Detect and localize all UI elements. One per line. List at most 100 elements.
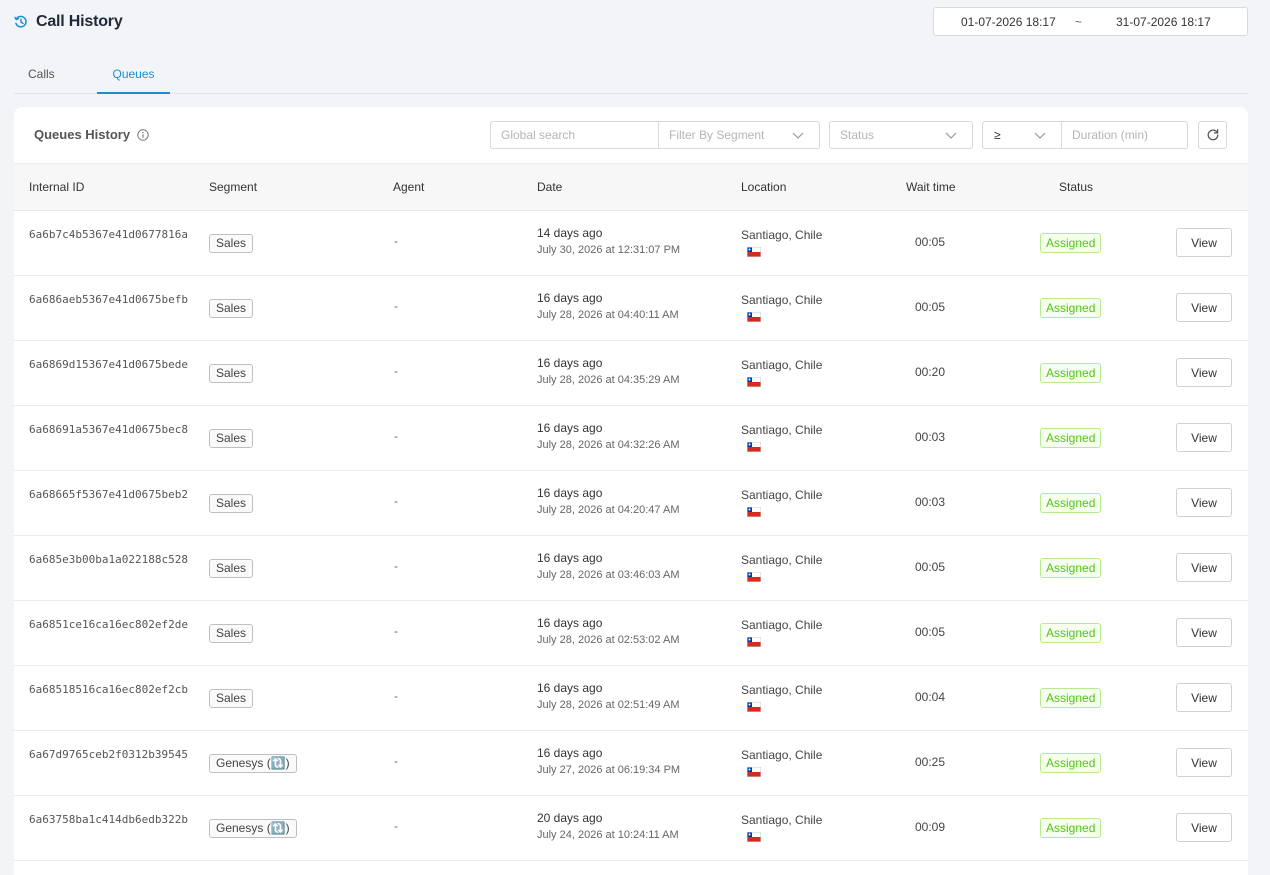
row-agent: - <box>394 754 398 768</box>
row-wait-time: 00:03 <box>915 430 946 444</box>
global-search-input[interactable] <box>491 122 659 148</box>
status-filter-placeholder: Status <box>840 128 875 142</box>
segment-tag: Sales <box>209 364 254 383</box>
row-wait-time: 00:05 <box>915 560 946 574</box>
status-badge: Assigned <box>1040 623 1102 643</box>
view-button[interactable]: View <box>1176 228 1232 257</box>
status-filter-select[interactable]: Status <box>829 121 973 149</box>
global-search-wrapper <box>490 121 659 149</box>
duration-operator-select[interactable]: ≥ <box>982 121 1062 149</box>
table-header: Internal ID Segment Agent Date Location … <box>14 163 1248 211</box>
row-date-absolute: July 28, 2026 at 02:51:49 AM <box>537 699 680 711</box>
row-date-absolute: July 28, 2026 at 03:46:03 AM <box>537 569 680 581</box>
segment-tag: Sales <box>209 299 254 318</box>
segment-filter-select[interactable]: Filter By Segment <box>658 121 820 149</box>
row-location: Santiago, Chile <box>741 748 823 762</box>
row-location: Santiago, Chile <box>741 358 823 372</box>
row-date-relative: 16 days ago <box>537 486 603 500</box>
chile-flag-icon <box>747 766 761 777</box>
status-badge: Assigned <box>1040 493 1102 513</box>
view-button[interactable]: View <box>1176 423 1232 452</box>
row-internal-id: 6a63758ba1c414db6edb322b <box>29 813 188 826</box>
duration-filter-wrapper <box>1062 121 1188 149</box>
row-agent: - <box>394 819 398 833</box>
date-range-separator: ~ <box>1075 14 1083 29</box>
table-row: 6a686aeb5367e41d0675befb Sales - 16 days ag… <box>14 276 1248 341</box>
row-agent: - <box>394 234 398 248</box>
row-internal-id: 6a685e3b00ba1a022188c528 <box>29 553 188 566</box>
tab-queues[interactable]: Queues <box>97 58 170 94</box>
view-button[interactable]: View <box>1176 358 1232 387</box>
column-header-wait-time: Wait time <box>906 180 956 194</box>
row-date-absolute: July 28, 2026 at 04:20:47 AM <box>537 504 680 516</box>
table-row: 6a6869d15367e41d0675bede Sales - 16 days ag… <box>14 341 1248 406</box>
row-date-absolute: July 28, 2026 at 04:35:29 AM <box>537 374 680 386</box>
view-button[interactable]: View <box>1176 618 1232 647</box>
chile-flag-icon <box>747 441 761 452</box>
segment-tag: Sales <box>209 234 254 253</box>
row-internal-id: 6a6851ce16ca16ec802ef2de <box>29 618 188 631</box>
row-location: Santiago, Chile <box>741 293 823 307</box>
row-wait-time: 00:05 <box>915 625 946 639</box>
row-location: Santiago, Chile <box>741 553 823 567</box>
view-button[interactable]: View <box>1176 813 1232 842</box>
duration-filter-input[interactable] <box>1062 122 1187 148</box>
chevron-down-icon <box>945 132 957 139</box>
view-button[interactable]: View <box>1176 553 1232 582</box>
row-agent: - <box>394 299 398 313</box>
status-badge: Assigned <box>1040 363 1102 383</box>
row-date-relative: 16 days ago <box>537 551 603 565</box>
chile-flag-icon <box>747 636 761 647</box>
tab-calls[interactable]: Calls <box>28 58 55 94</box>
column-header-date: Date <box>537 180 563 194</box>
row-agent: - <box>394 429 398 443</box>
row-location: Santiago, Chile <box>741 618 823 632</box>
row-date-relative: 16 days ago <box>537 746 603 760</box>
refresh-button[interactable] <box>1198 121 1227 149</box>
row-internal-id: 6a68665f5367e41d0675beb2 <box>29 488 188 501</box>
view-button[interactable]: View <box>1176 488 1232 517</box>
table-row: 6a63758ba1c414db6edb322b Genesys (🔃) - 20 d… <box>14 796 1248 861</box>
segment-tag: Genesys (🔃) <box>209 754 297 773</box>
chevron-down-icon <box>1034 132 1046 139</box>
table-row: 6a6851ce16ca16ec802ef2de Sales - 16 days ag… <box>14 601 1248 666</box>
view-button[interactable]: View <box>1176 683 1232 712</box>
row-date-relative: 16 days ago <box>537 291 603 305</box>
page-header: Call History <box>14 0 123 44</box>
view-button[interactable]: View <box>1176 293 1232 322</box>
view-button[interactable]: View <box>1176 748 1232 777</box>
segment-tag: Sales <box>209 624 254 643</box>
status-badge: Assigned <box>1040 298 1102 318</box>
table-row: 6a68518516ca16ec802ef2cb Sales - 16 days ag… <box>14 666 1248 731</box>
row-date-relative: 20 days ago <box>537 811 603 825</box>
row-wait-time: 00:20 <box>915 365 946 379</box>
column-header-internal-id: Internal ID <box>29 180 85 194</box>
date-range-picker[interactable]: 01-07-2026 18:17 ~ 31-07-2026 18:17 <box>933 7 1248 36</box>
row-internal-id: 6a68691a5367e41d0675bec8 <box>29 423 188 436</box>
status-badge: Assigned <box>1040 688 1102 708</box>
row-date-absolute: July 30, 2026 at 12:31:07 PM <box>537 244 681 256</box>
segment-tag: Sales <box>209 689 254 708</box>
row-location: Santiago, Chile <box>741 813 823 827</box>
page-title: Call History <box>36 13 123 30</box>
table-row: 6a685e3b00ba1a022188c528 Sales - 16 days ag… <box>14 536 1248 601</box>
card-title: Queues History <box>34 127 149 142</box>
date-range-start[interactable]: 01-07-2026 18:17 <box>961 15 1056 29</box>
chile-flag-icon <box>747 311 761 322</box>
row-date-relative: 16 days ago <box>537 356 603 370</box>
column-header-segment: Segment <box>209 180 258 194</box>
row-internal-id: 6a6869d15367e41d0675bede <box>29 358 188 371</box>
segment-tag: Genesys (🔃) <box>209 819 297 838</box>
status-badge: Assigned <box>1040 558 1102 578</box>
info-icon[interactable] <box>137 128 149 141</box>
segment-tag: Sales <box>209 429 254 448</box>
duration-operator-value: ≥ <box>994 128 1001 142</box>
date-range-end[interactable]: 31-07-2026 18:17 <box>1116 15 1211 29</box>
table-row: 6a68665f5367e41d0675beb2 Sales - 16 days ag… <box>14 471 1248 536</box>
row-location: Santiago, Chile <box>741 683 823 697</box>
status-badge: Assigned <box>1040 818 1102 838</box>
row-wait-time: 00:03 <box>915 495 946 509</box>
queues-history-card: Queues History Filter By Segment Status … <box>14 107 1248 875</box>
row-location: Santiago, Chile <box>741 488 823 502</box>
card-title-text: Queues History <box>34 127 131 142</box>
